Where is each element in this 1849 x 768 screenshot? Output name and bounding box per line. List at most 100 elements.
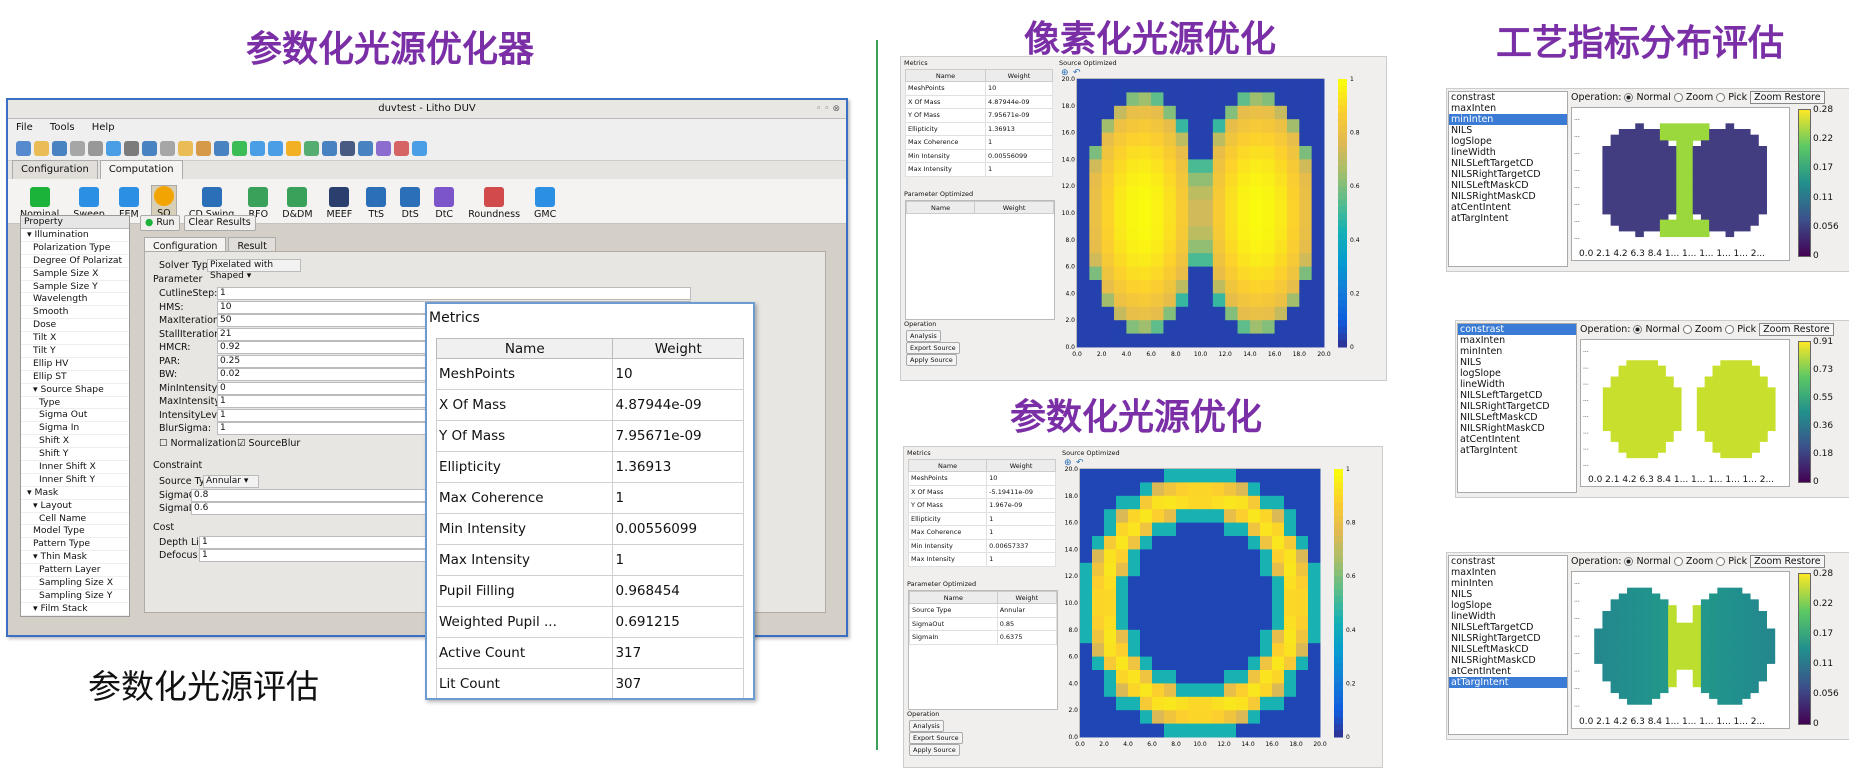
metric-list-item[interactable]: NILSRightTargetCD xyxy=(1449,633,1567,644)
source-heatmap[interactable]: 0.00.02.02.04.04.06.06.08.08.010.010.012… xyxy=(1059,67,1386,377)
tab-computation[interactable]: Computation xyxy=(99,160,183,179)
metric-list-item[interactable]: lineWidth xyxy=(1458,379,1576,390)
metric-list-item[interactable]: NILS xyxy=(1458,357,1576,368)
clear-results-button[interactable]: Clear Results xyxy=(183,215,256,231)
toolbar-tool-icon[interactable] xyxy=(124,140,139,156)
tree-item[interactable]: Sampling Size X xyxy=(21,577,129,590)
metric-list-item[interactable]: atTargIntent xyxy=(1458,445,1576,456)
toolbar-tool-icon[interactable] xyxy=(214,140,229,156)
metric-list[interactable]: constrast maxInten minInten NILS logSlope lin… xyxy=(1448,91,1568,267)
toolbar-tool-icon[interactable] xyxy=(286,140,301,156)
metric-list-item[interactable]: constrast xyxy=(1449,556,1567,567)
tree-item[interactable]: Sample Size X xyxy=(21,268,129,281)
tree-item[interactable]: Sigma In xyxy=(21,422,129,436)
source-heatmap[interactable]: 0.00.02.02.04.04.06.06.08.08.010.010.012… xyxy=(1062,457,1382,767)
metric-list-item[interactable]: NILSRightMaskCD xyxy=(1449,191,1567,202)
solver-select[interactable]: Pixelated with Shaped ▾ xyxy=(207,259,301,281)
tree-item[interactable]: Wavelength xyxy=(21,293,129,307)
radio-normal[interactable] xyxy=(1633,325,1643,334)
tree-item[interactable]: Polarization Type xyxy=(21,242,129,255)
toolbar-tool-icon[interactable] xyxy=(268,140,283,156)
metric-list-item[interactable]: atTargIntent xyxy=(1449,677,1567,688)
normalization-checkbox[interactable]: ☐ Normalization xyxy=(159,438,237,449)
metric-list-item[interactable]: constrast xyxy=(1449,92,1567,103)
tree-item[interactable]: Ellip HV xyxy=(21,358,129,371)
tree-item[interactable]: Tilt X xyxy=(21,332,129,346)
metric-list-item[interactable]: atCentIntent xyxy=(1449,666,1567,677)
tree-item[interactable]: Shift X xyxy=(21,435,129,449)
metric-list-item[interactable]: logSlope xyxy=(1449,136,1567,147)
tree-item[interactable]: Cell Name xyxy=(21,513,129,526)
toolbar-tool-icon[interactable] xyxy=(322,140,337,156)
toolbar-tool-icon[interactable] xyxy=(16,140,31,156)
metric-list[interactable]: constrast maxInten minInten NILS logSlope lin… xyxy=(1457,323,1577,493)
metric-list-item[interactable]: atCentIntent xyxy=(1449,202,1567,213)
tree-item[interactable]: Inner Shift Y xyxy=(21,474,129,487)
tree-item[interactable]: Type xyxy=(21,397,129,410)
apply-source-button[interactable]: Apply Source xyxy=(909,744,960,756)
radio-pick[interactable] xyxy=(1716,557,1726,566)
toolbar-tool-icon[interactable] xyxy=(106,140,121,156)
radio-pick[interactable] xyxy=(1716,93,1726,102)
toolbar-tool-icon[interactable] xyxy=(358,140,373,156)
tree-item[interactable]: Smooth xyxy=(21,306,129,320)
analysis-button[interactable]: Analysis xyxy=(906,330,941,342)
tree-item[interactable]: ▾ Layout xyxy=(21,500,129,513)
export-source-button[interactable]: Export Source xyxy=(909,732,963,744)
tree-item[interactable]: ▾ Illumination xyxy=(21,229,129,242)
sourceblur-checkbox[interactable]: ☑ SourceBlur xyxy=(237,438,300,449)
zoom-restore-button[interactable]: Zoom Restore xyxy=(1750,555,1825,568)
metric-list-item[interactable]: NILSLeftMaskCD xyxy=(1458,412,1576,423)
metric-list-item[interactable]: minInten xyxy=(1449,578,1567,589)
metric-list[interactable]: constrast maxInten minInten NILS logSlope lin… xyxy=(1448,555,1568,735)
toolbar-tool-icon[interactable] xyxy=(340,140,355,156)
tree-item[interactable]: Tilt Y xyxy=(21,345,129,358)
zoom-restore-button[interactable]: Zoom Restore xyxy=(1750,91,1825,104)
metric-list-item[interactable]: NILSLeftTargetCD xyxy=(1458,390,1576,401)
metric-list-item[interactable]: atCentIntent xyxy=(1458,434,1576,445)
toolbar-tool-icon[interactable] xyxy=(142,140,157,156)
tree-item[interactable]: Shift Y xyxy=(21,448,129,462)
eval-map[interactable]: ........................ xyxy=(1580,339,1790,487)
export-source-button[interactable]: Export Source xyxy=(906,342,960,354)
window-controls[interactable]: ◦ ◦ ⊗ xyxy=(816,100,840,118)
metric-list-item[interactable]: NILSLeftMaskCD xyxy=(1449,644,1567,655)
eval-map[interactable]: ........................ xyxy=(1571,107,1790,261)
menu-help[interactable]: Help xyxy=(92,122,115,133)
eval-heatmap[interactable]: ........................ xyxy=(1581,340,1789,486)
toolbar-tool-icon[interactable] xyxy=(160,140,175,156)
metric-list-item[interactable]: maxInten xyxy=(1449,567,1567,578)
metric-list-item[interactable]: constrast xyxy=(1458,324,1576,335)
tree-item[interactable]: Dose xyxy=(21,319,129,333)
source-type-select[interactable]: Annular ▾ xyxy=(203,475,259,488)
tree-item[interactable]: ▾ Mask xyxy=(21,487,129,500)
tree-item[interactable]: ▾ Film Stack xyxy=(21,603,129,616)
toolbar-tool-icon[interactable] xyxy=(304,140,319,156)
metric-list-item[interactable]: maxInten xyxy=(1449,103,1567,114)
tree-item[interactable]: Pattern Layer xyxy=(21,564,129,578)
toolbar-tool-icon[interactable] xyxy=(34,140,49,156)
radio-normal[interactable] xyxy=(1624,557,1634,566)
metric-list-item[interactable]: NILSRightMaskCD xyxy=(1458,423,1576,434)
metric-list-item[interactable]: NILSRightTargetCD xyxy=(1458,401,1576,412)
metric-list-item[interactable]: minInten xyxy=(1458,346,1576,357)
tree-item[interactable]: Pattern Type xyxy=(21,538,129,552)
toolbar-tool-icon[interactable] xyxy=(52,140,67,156)
radio-zoom[interactable] xyxy=(1682,325,1692,334)
metric-list-item[interactable]: logSlope xyxy=(1458,368,1576,379)
toolbar-tool-icon[interactable] xyxy=(88,140,103,156)
metric-list-item[interactable]: logSlope xyxy=(1449,600,1567,611)
metric-list-item[interactable]: NILSLeftTargetCD xyxy=(1449,622,1567,633)
analysis-button[interactable]: Analysis xyxy=(909,720,944,732)
tree-item[interactable]: Sigma Out xyxy=(21,409,129,423)
metric-list-item[interactable]: NILSRightMaskCD xyxy=(1449,655,1567,666)
tree-item[interactable]: Sample Size Y xyxy=(21,281,129,294)
metric-list-item[interactable]: NILSLeftMaskCD xyxy=(1449,180,1567,191)
toolbar-tool-icon[interactable] xyxy=(196,140,211,156)
tab-configuration[interactable]: Configuration xyxy=(12,160,98,179)
tree-item[interactable]: Degree Of Polarizat xyxy=(21,255,129,268)
eval-heatmap[interactable]: ........................ xyxy=(1572,108,1789,260)
toolbar-tool-icon[interactable] xyxy=(70,140,85,156)
zoom-restore-button[interactable]: Zoom Restore xyxy=(1759,323,1834,336)
toolbar-tool-icon[interactable] xyxy=(250,140,265,156)
